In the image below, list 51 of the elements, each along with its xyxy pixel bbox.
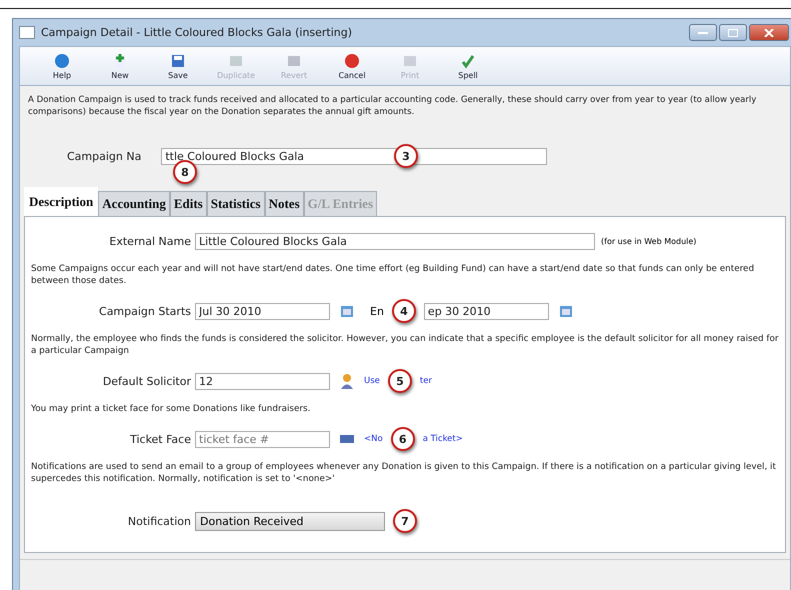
help-icon [54, 52, 70, 68]
input-field[interactable]: 12 [195, 372, 330, 390]
callout-number: 5 [388, 369, 412, 393]
toolbar-button[interactable]: Save [152, 52, 204, 80]
date-field[interactable]: ep 30 2010 [424, 302, 549, 320]
link[interactable]: <No [364, 434, 383, 444]
link[interactable]: a Ticket> [422, 434, 463, 444]
input-field[interactable]: ticket face # [195, 430, 330, 448]
close-button[interactable] [749, 24, 789, 41]
maximize-icon [728, 28, 738, 36]
callout-number: 3 [394, 144, 418, 168]
link[interactable]: Use [364, 376, 380, 386]
close-icon [764, 28, 774, 36]
save-icon [170, 52, 186, 68]
window-icon [19, 26, 35, 39]
field-label: Default Solicitor [102, 374, 191, 388]
callout-number: 8 [173, 160, 197, 184]
cancel-icon [344, 52, 360, 68]
callout-number: 7 [393, 509, 417, 533]
dropdown[interactable]: Donation Received [195, 512, 385, 530]
tab[interactable]: Accounting [98, 191, 170, 216]
description-text: A Donation Campaign is used to track funds received and allocated to a particular accounting code. Generally, these should carry over from year to year (to allow yearly comparisons) because the fiscal year on the Donation separates the annual gift amounts. [28, 94, 758, 118]
new-icon [112, 52, 128, 68]
tab[interactable]: Edits [170, 191, 207, 216]
help-text: You may print a ticket face for some Donations like fundraisers. [31, 403, 312, 415]
minimize-button[interactable] [689, 24, 717, 41]
toolbar-button[interactable]: Cancel [326, 52, 378, 80]
callout-number: 6 [390, 427, 415, 451]
help-text: Normally, the employee who finds the funds is considered the solicitor. However, you can indicate that a specific employee is the default solicitor for all money raised for a particular Campaign [31, 333, 779, 357]
maximize-button[interactable] [719, 24, 747, 41]
input-field[interactable]: Little Coloured Blocks Gala [195, 232, 595, 250]
spell-icon [460, 52, 476, 68]
toolbar-button[interactable]: New [94, 52, 146, 80]
tab[interactable]: Statistics [206, 191, 265, 216]
toolbar-button[interactable]: Spell [442, 52, 494, 80]
tab[interactable]: Notes [264, 191, 304, 216]
callout-number: 4 [392, 299, 416, 323]
help-text: Notifications are used to send an email to a group of employees whenever any Donation is given to this Campaign. If there is a notification on a particular giving level, it supercedes this notification. Normally, notification is set to '<none>' [31, 461, 777, 485]
help-text: Some Campaigns occur each year and will not have start/end dates. One time effort (eg Building Fund) can have a start/end date so that funds can only be entered between those dates. [31, 263, 756, 287]
field-label: Campaign Na [67, 150, 142, 163]
minimize-icon [698, 30, 708, 34]
field-label: En [370, 304, 384, 318]
hint-text: (for use in Web Module) [601, 236, 696, 246]
field-label: Campaign Starts [98, 304, 191, 318]
field-label: External Name [108, 234, 191, 248]
tab[interactable]: Description [24, 187, 98, 217]
field-label: Ticket Face [129, 432, 191, 446]
link[interactable]: ter [420, 376, 432, 386]
field-label: Notification [126, 514, 191, 528]
toolbar-button[interactable]: Help [36, 52, 88, 80]
window-title: Campaign Detail - Little Coloured Blocks Gala (inserting) [41, 26, 354, 39]
